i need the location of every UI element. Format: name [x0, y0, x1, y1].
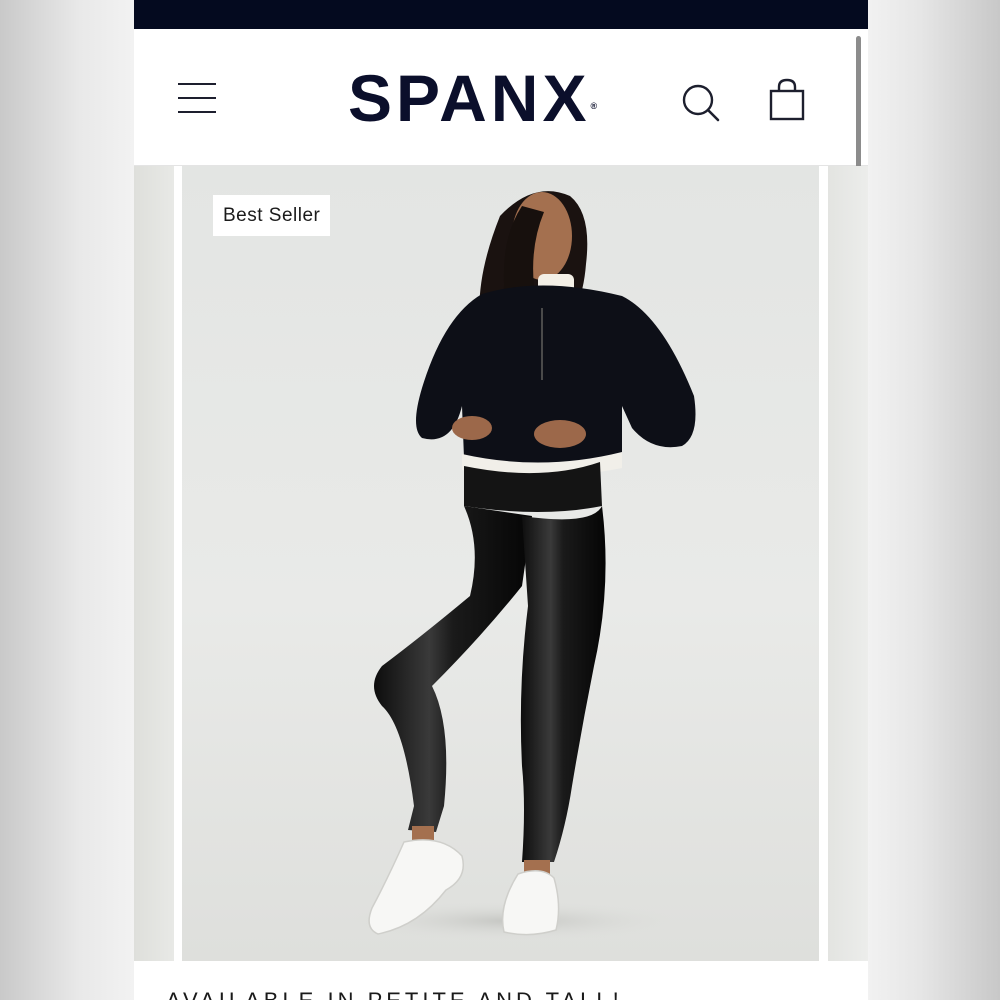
hamburger-menu-icon[interactable] — [178, 81, 218, 115]
registered-mark: ® — [590, 101, 598, 111]
next-slide-peek[interactable] — [828, 166, 868, 961]
shopping-bag-icon[interactable] — [767, 77, 807, 123]
search-icon[interactable] — [680, 81, 724, 125]
current-slide[interactable]: Best Seller — [182, 166, 819, 961]
product-photo — [342, 191, 696, 941]
best-seller-badge: Best Seller — [213, 195, 331, 236]
mobile-page: SPANX® Best Seller — [134, 0, 868, 1000]
site-header: SPANX® — [134, 29, 868, 166]
status-bar — [134, 0, 868, 29]
product-image-carousel[interactable]: Best Seller — [134, 166, 868, 961]
previous-slide-peek[interactable] — [134, 166, 174, 961]
brand-name: SPANX — [348, 61, 591, 135]
brand-logo[interactable]: SPANX® — [348, 63, 597, 133]
scrollbar[interactable] — [856, 36, 861, 184]
promo-banner-text: AVAILABLE IN PETITE AND TALL! — [166, 988, 623, 1000]
